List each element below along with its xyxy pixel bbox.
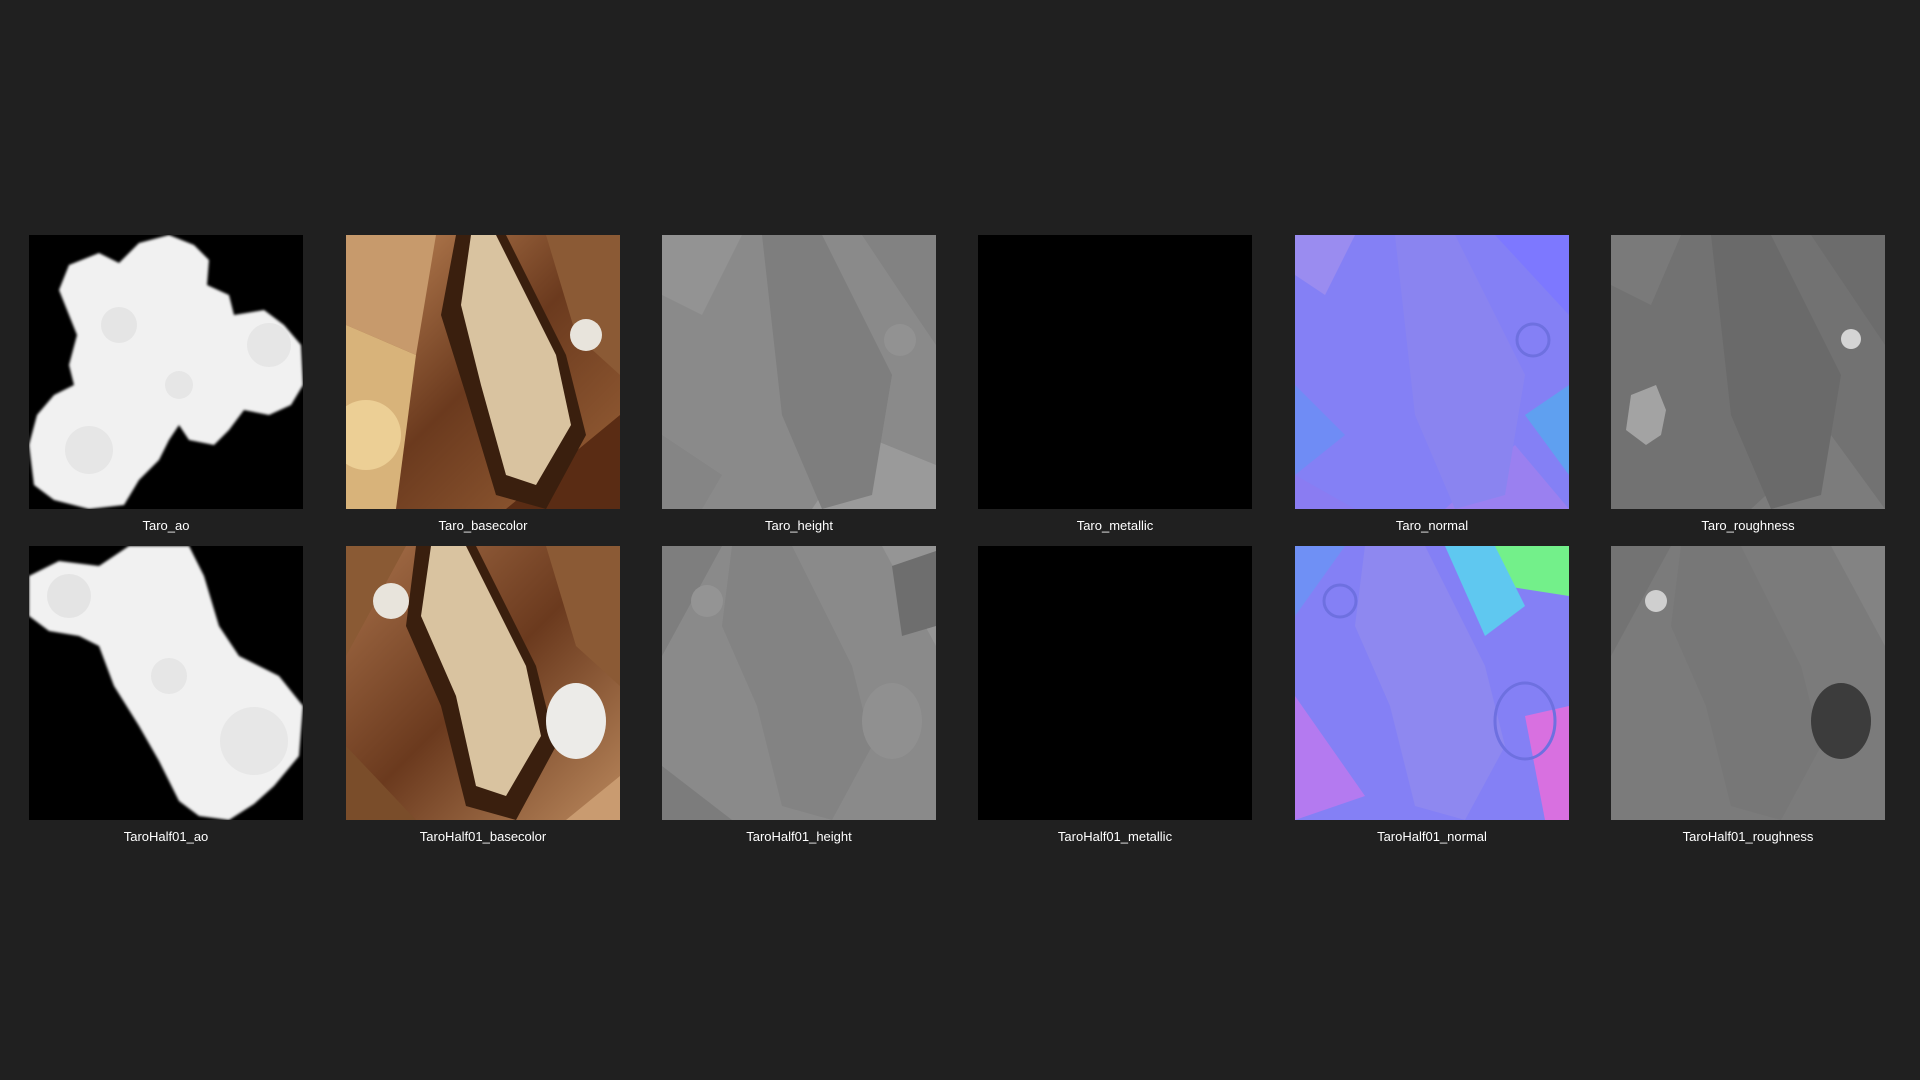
file-item-tarohalf01-height[interactable]: TaroHalf01_height <box>662 546 936 846</box>
file-item-taro-metallic[interactable]: Taro_metallic <box>978 235 1252 535</box>
file-item-taro-basecolor[interactable]: Taro_basecolor <box>346 235 620 535</box>
file-name-label: Taro_height <box>765 518 833 533</box>
metallic-map-thumbnail <box>978 235 1252 509</box>
file-item-taro-roughness[interactable]: Taro_roughness <box>1611 235 1885 535</box>
file-name-label: TaroHalf01_ao <box>123 829 209 844</box>
file-item-taro-normal[interactable]: Taro_normal <box>1295 235 1569 535</box>
file-name-label: TaroHalf01_normal <box>1377 829 1487 844</box>
file-name-label: Taro_roughness <box>1701 518 1795 533</box>
file-name-label: TaroHalf01_basecolor <box>419 829 547 844</box>
file-name-label: TaroHalf01_height <box>746 829 852 844</box>
file-name-label: Taro_basecolor <box>438 518 528 533</box>
normal-map-thumbnail <box>1295 235 1569 509</box>
height-map-thumbnail <box>662 546 936 820</box>
file-name-label: Taro_metallic <box>1076 518 1154 533</box>
file-item-tarohalf01-roughness[interactable]: TaroHalf01_roughness <box>1611 546 1885 846</box>
file-name-label: TaroHalf01_metallic <box>1057 829 1173 844</box>
file-name-label: Taro_ao <box>142 518 190 533</box>
file-item-taro-height[interactable]: Taro_height <box>662 235 936 535</box>
file-item-tarohalf01-metallic[interactable]: TaroHalf01_metallic <box>978 546 1252 846</box>
file-item-taro-ao[interactable]: Taro_ao <box>29 235 303 535</box>
file-item-tarohalf01-ao[interactable]: TaroHalf01_ao <box>29 546 303 846</box>
file-explorer-large-icons-view: Taro_ao Taro_basecolor Taro_height Taro_… <box>0 0 1920 1080</box>
roughness-map-thumbnail <box>1611 235 1885 509</box>
roughness-map-thumbnail <box>1611 546 1885 820</box>
file-name-label: TaroHalf01_roughness <box>1682 829 1814 844</box>
file-name-label: Taro_normal <box>1395 518 1469 533</box>
basecolor-map-thumbnail <box>346 546 620 820</box>
basecolor-map-thumbnail <box>346 235 620 509</box>
file-item-tarohalf01-basecolor[interactable]: TaroHalf01_basecolor <box>346 546 620 846</box>
metallic-map-thumbnail <box>978 546 1252 820</box>
file-item-tarohalf01-normal[interactable]: TaroHalf01_normal <box>1295 546 1569 846</box>
normal-map-thumbnail <box>1295 546 1569 820</box>
height-map-thumbnail <box>662 235 936 509</box>
ao-map-thumbnail <box>29 546 303 820</box>
ao-map-thumbnail <box>29 235 303 509</box>
